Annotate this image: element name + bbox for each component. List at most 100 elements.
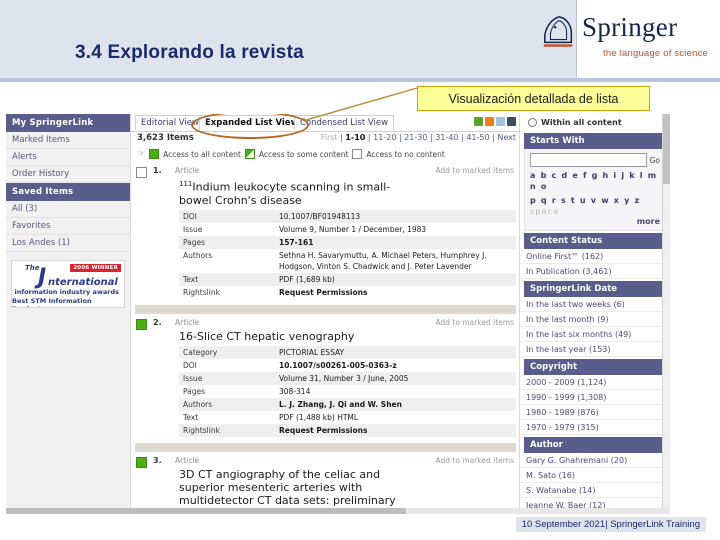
callout-leader-line	[306, 85, 425, 121]
tab-editorial-view[interactable]: Editorial View	[135, 115, 205, 130]
add-to-marked-items-link[interactable]: Add to marked items	[436, 166, 515, 175]
panel-header-content-status: Content Status	[524, 233, 666, 249]
result-title-text: Indium leukocyte scanning in small-bowel…	[179, 180, 391, 207]
starts-with-go-button[interactable]: Go	[650, 156, 660, 165]
field-value[interactable]: 10.1007/BF01948113	[275, 209, 516, 223]
result-title[interactable]: 3D CT angiography of the celiac and supe…	[179, 468, 516, 508]
horizontal-scrollbar[interactable]	[6, 508, 670, 514]
result-number: 1.	[153, 166, 162, 175]
sidebar-item-marked-items[interactable]: Marked Items	[6, 132, 130, 149]
results-list: 1. Article Add to marked items 111Indium…	[131, 162, 520, 508]
page-title: 3.4 Explorando la revista	[75, 42, 304, 63]
facet-author-3[interactable]: S. Watanabe (14)	[520, 483, 670, 498]
sidebar-item-order-history[interactable]: Order History	[6, 166, 130, 183]
panel-header-springerlink-date: SpringerLink Date	[524, 281, 666, 297]
horizontal-scrollbar-thumb[interactable]	[6, 508, 406, 514]
field-row: Authors Sethna H. Savarymuttu, A. Michael…	[179, 249, 516, 273]
access-legend: ☞ Access to all content Access to some c…	[131, 147, 520, 161]
field-row: Category PICTORIAL ESSAY	[179, 345, 516, 359]
sidebar-item-los-andes[interactable]: Los Andes (1)	[6, 235, 130, 252]
result-type: Article	[175, 317, 200, 327]
pager-page-3[interactable]: 21-30	[404, 133, 427, 142]
panel-header-copyright: Copyright	[524, 359, 666, 375]
field-row: Issue Volume 31, Number 3 / June, 2005	[179, 371, 516, 385]
email-icon[interactable]	[496, 117, 505, 126]
result-separator	[135, 442, 516, 452]
field-value[interactable]: PDF (1,689 kb)	[275, 272, 516, 286]
facet-author-2[interactable]: M. Sato (16)	[520, 468, 670, 483]
springer-wordmark: Springer	[582, 12, 678, 42]
sidebar-item-all[interactable]: All (3)	[6, 201, 130, 218]
field-value[interactable]: L. J. Zhang, J. Qi and W. Shen	[275, 397, 516, 411]
alpha-row-1[interactable]: a b c d e f g h i j k l m n o	[530, 170, 660, 192]
field-value[interactable]: Request Permissions	[275, 423, 516, 437]
field-key: Pages	[183, 386, 206, 396]
facet-last-month[interactable]: In the last month (9)	[520, 312, 670, 327]
field-value[interactable]: 10.1007/s00261-005-0363-z	[275, 359, 516, 372]
facet-last-six-months[interactable]: In the last six months (49)	[520, 327, 670, 342]
springer-logo: Springer the language of science	[534, 12, 710, 66]
pager-page-2[interactable]: 11-20	[373, 133, 396, 142]
list-item[interactable]: 3. Article Add to marked items 3D CT ang…	[131, 452, 520, 508]
facet-copyright-1970s[interactable]: 1970 - 1979 (315)	[520, 420, 670, 435]
add-to-marked-items-link[interactable]: Add to marked items	[436, 318, 515, 327]
result-title-superscript: 111	[179, 180, 193, 188]
field-value[interactable]: Sethna H. Savarymuttu, A. Michael Peters…	[275, 249, 516, 273]
tab-expanded-list-view[interactable]: Expanded List View	[199, 115, 305, 130]
facet-author-4[interactable]: Jeanne W. Baer (12)	[520, 498, 670, 508]
sidebar-item-alerts[interactable]: Alerts	[6, 149, 130, 166]
field-key: Rightslink	[183, 287, 220, 297]
facet-online-first[interactable]: Online First™ (162)	[520, 249, 670, 264]
result-title[interactable]: 111Indium leukocyte scanning in small-bo…	[179, 178, 516, 207]
facet-copyright-1980s[interactable]: 1980 - 1989 (876)	[520, 405, 670, 420]
facet-last-two-weeks[interactable]: In the last two weeks (6)	[520, 297, 670, 312]
save-icon[interactable]	[507, 117, 516, 126]
pager-page-4[interactable]: 31-40	[435, 133, 458, 142]
radio-icon[interactable]	[528, 118, 537, 127]
pager-page-1[interactable]: 1-10	[345, 133, 365, 142]
field-value[interactable]: Volume 9, Number 1 / December, 1983	[275, 223, 516, 236]
facet-copyright-1990s[interactable]: 1990 - 1999 (1,308)	[520, 390, 670, 405]
facet-author-1[interactable]: Gary G. Ghahremani (20)	[520, 453, 670, 468]
result-type: Article	[175, 166, 200, 175]
award-badge: The J nternational 2006 WINNER informati…	[11, 260, 125, 308]
vertical-scrollbar[interactable]	[662, 114, 670, 508]
pagination: First | 1-10 | 11-20 | 21-30 | 31-40 | 4…	[320, 133, 516, 142]
vertical-scrollbar-thumb[interactable]	[663, 114, 670, 184]
field-row: Pages 308-314	[179, 385, 516, 398]
result-checkbox[interactable]	[136, 167, 147, 178]
starts-with-input[interactable]	[530, 153, 647, 167]
main-content: Editorial View Expanded List View Conden…	[130, 114, 520, 508]
award-line2: information industry awards	[14, 288, 119, 296]
field-value[interactable]: PDF (1,488 kb) HTML	[275, 411, 516, 424]
starts-with-more-link[interactable]: more	[530, 217, 660, 226]
legend-swatch-all	[149, 149, 160, 159]
legend-label-some: Access to some content	[258, 149, 349, 159]
alpha-row-2[interactable]: p q r s t u v w x y z space	[530, 195, 660, 217]
result-checkbox[interactable]	[136, 456, 147, 468]
scope-radio-within-all-content[interactable]: Within all content	[520, 114, 670, 131]
result-checkbox[interactable]	[136, 318, 147, 330]
sidebar-item-favorites[interactable]: Favorites	[6, 218, 130, 235]
pager-next[interactable]: Next	[497, 133, 516, 142]
pager-page-5[interactable]: 41-50	[466, 133, 489, 142]
result-number: 3.	[153, 455, 162, 465]
rss-feed-icon[interactable]	[485, 117, 494, 126]
alpha-space-option[interactable]: space	[530, 207, 559, 216]
facet-copyright-2000s[interactable]: 2000 - 2009 (1,124)	[520, 375, 670, 390]
field-key: Issue	[179, 371, 275, 385]
add-to-marked-items-link[interactable]: Add to marked items	[436, 456, 515, 465]
award-winner-badge: 2006 WINNER	[70, 264, 121, 272]
facet-last-year[interactable]: In the last year (153)	[520, 342, 670, 357]
list-item[interactable]: 1. Article Add to marked items 111Indium…	[131, 162, 520, 305]
add-to-marked-icon[interactable]	[474, 117, 483, 126]
field-value[interactable]: Volume 31, Number 3 / June, 2005	[275, 371, 516, 385]
field-key: Rightslink	[179, 423, 275, 437]
alpha-row-2-letters[interactable]: p q r s t u v w x y z	[530, 196, 640, 205]
result-title[interactable]: 16-Slice CT hepatic venography	[179, 330, 516, 343]
field-value[interactable]: Request Permissions	[275, 286, 516, 299]
list-item[interactable]: 2. Article Add to marked items 16-Slice …	[131, 314, 520, 443]
facet-in-publication[interactable]: In Publication (3,461)	[520, 264, 670, 279]
award-international: nternational	[48, 277, 118, 288]
result-count: 3,623 Items	[137, 133, 194, 143]
